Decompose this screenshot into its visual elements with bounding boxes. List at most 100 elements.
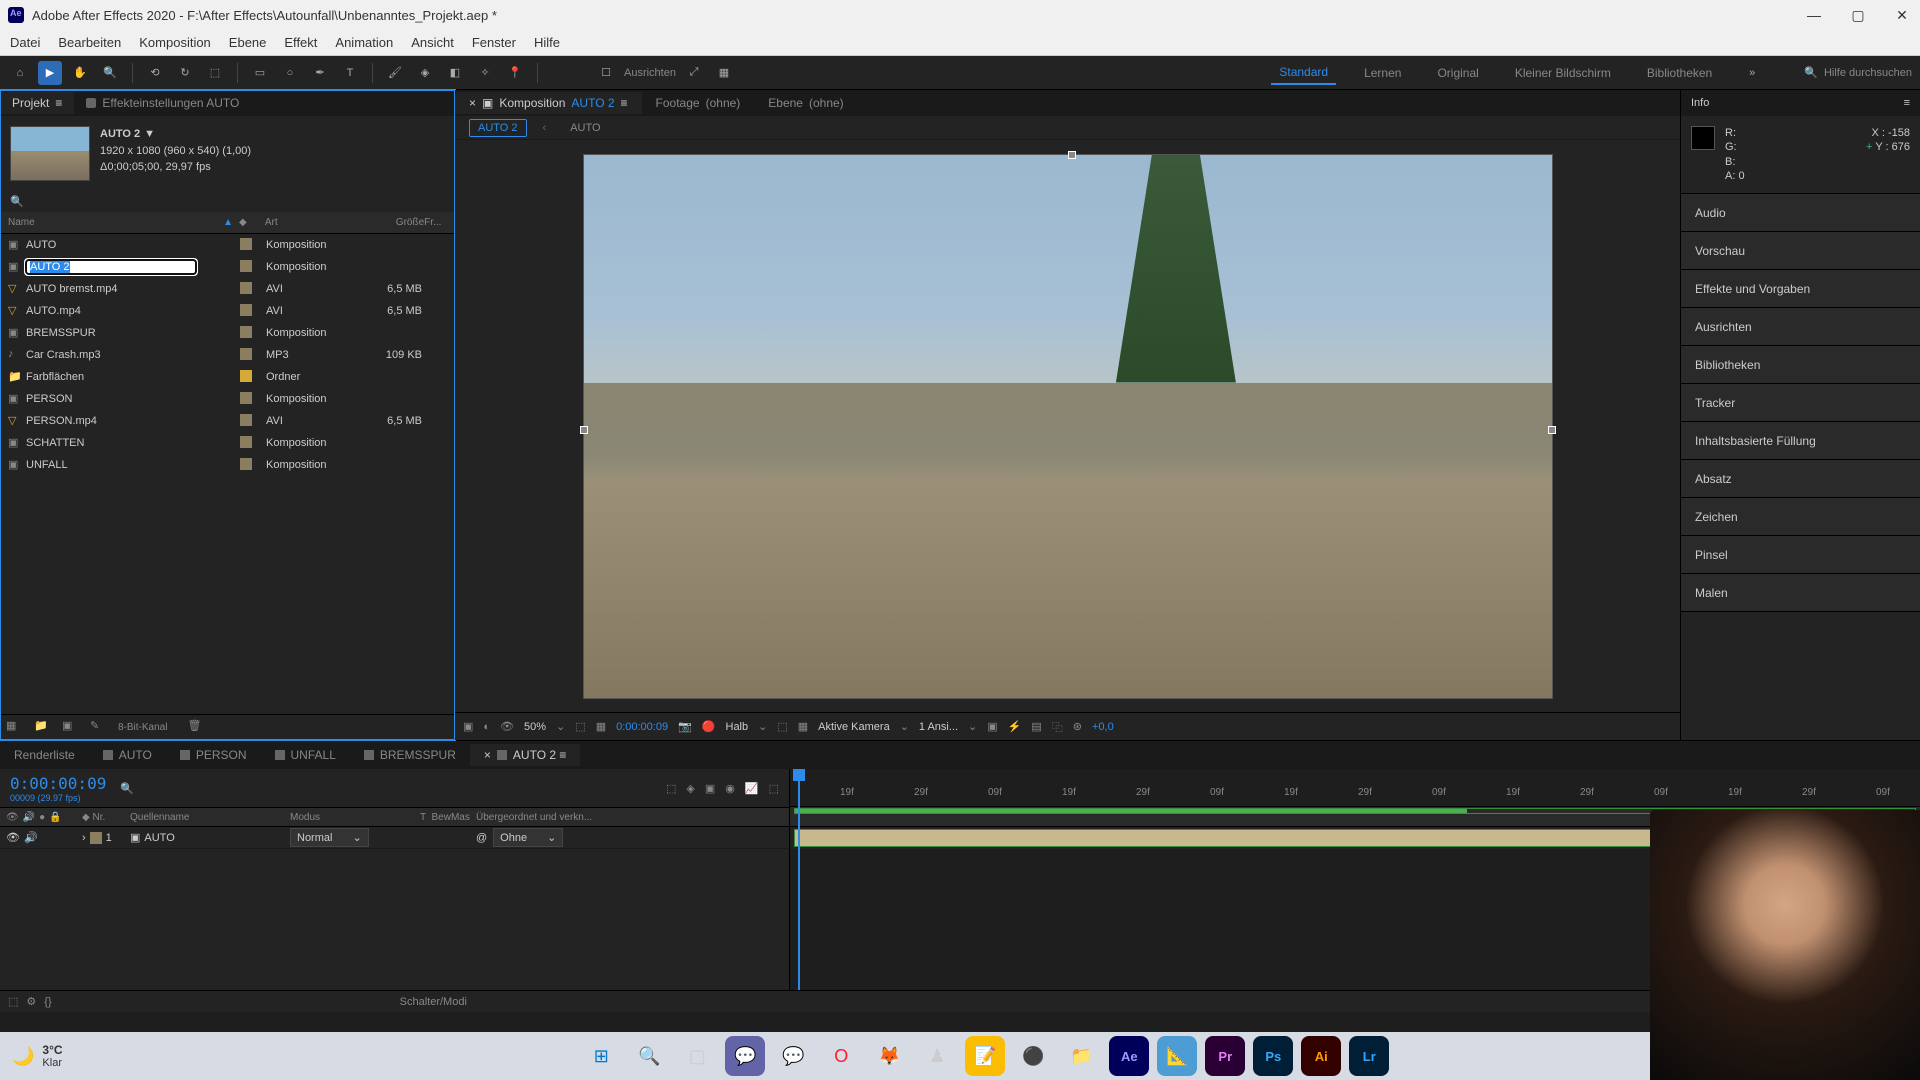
zoom-level[interactable]: 50%	[524, 721, 546, 733]
zoom-tool[interactable]: 🔍	[98, 61, 122, 85]
playhead[interactable]	[798, 769, 800, 990]
composition-viewer[interactable]	[583, 154, 1553, 699]
taskbar-obs[interactable]: ⚫	[1013, 1036, 1053, 1076]
item-label[interactable]	[240, 370, 252, 382]
tl-graph-icon[interactable]: 📈	[745, 782, 759, 795]
ellipse-tool[interactable]: ○	[278, 61, 302, 85]
exposure[interactable]: +0,0	[1092, 721, 1114, 733]
new-comp-icon[interactable]: ▣	[62, 719, 80, 737]
timeline-icon[interactable]: ▤	[1031, 720, 1041, 733]
always-preview-icon[interactable]: ▣	[463, 720, 473, 733]
start-button[interactable]: ⊞	[581, 1036, 621, 1076]
timeline-tab-renderliste[interactable]: Renderliste	[0, 744, 89, 766]
menu-animation[interactable]: Animation	[335, 35, 393, 50]
taskbar-whatsapp[interactable]: 💬	[773, 1036, 813, 1076]
timeline-tab-person[interactable]: PERSON	[166, 744, 261, 766]
item-label[interactable]	[240, 282, 252, 294]
viewer-handle-right[interactable]	[1548, 426, 1556, 434]
project-item[interactable]: ▣BREMSSPUR Komposition	[0, 322, 454, 344]
rect-tool[interactable]: ▭	[248, 61, 272, 85]
workspace-original[interactable]: Original	[1429, 62, 1486, 84]
tab-project[interactable]: Projekt ≡	[0, 92, 74, 114]
tl-render-icon[interactable]: ⚙	[26, 995, 36, 1008]
layer-parent-dropdown[interactable]: Ohne⌄	[493, 828, 563, 847]
layer-mode-dropdown[interactable]: Normal⌄	[290, 828, 369, 847]
pen-tool[interactable]: ✒	[308, 61, 332, 85]
taskbar-ps[interactable]: Ps	[1253, 1036, 1293, 1076]
tl-brainstorm-icon[interactable]: ⬚	[769, 782, 779, 795]
comp-dropdown-icon[interactable]: ▼	[144, 126, 155, 143]
tab-effect-settings[interactable]: Effekteinstellungen AUTO	[74, 92, 251, 114]
sub-tab-parent[interactable]: AUTO	[562, 120, 608, 136]
col-type-header[interactable]: Art	[265, 217, 365, 228]
viewer-handle-top[interactable]	[1068, 151, 1076, 159]
maximize-button[interactable]: ▢	[1848, 5, 1868, 25]
clone-tool[interactable]: ◈	[413, 61, 437, 85]
menu-fenster[interactable]: Fenster	[472, 35, 516, 50]
fast-preview-icon[interactable]: ⚡	[1008, 720, 1022, 733]
menu-komposition[interactable]: Komposition	[139, 35, 211, 50]
info-panel-menu-icon[interactable]: ≡	[1904, 97, 1910, 109]
taskbar-ai[interactable]: Ai	[1301, 1036, 1341, 1076]
side-panel-audio[interactable]: Audio	[1681, 194, 1920, 232]
zoom-dropdown-icon[interactable]: ⌄	[556, 720, 565, 733]
search-help-input[interactable]: Hilfe durchsuchen	[1824, 67, 1912, 79]
viewer-handle-left[interactable]	[580, 426, 588, 434]
home-tool[interactable]: ⌂	[8, 61, 32, 85]
grid-icon[interactable]: ▦	[596, 720, 606, 733]
side-panel-pinsel[interactable]: Pinsel	[1681, 536, 1920, 574]
timeline-timecode[interactable]: 0:00:00:09	[10, 774, 106, 793]
viewer-time[interactable]: 0:00:00:09	[616, 721, 668, 733]
new-folder-icon[interactable]: 📁	[34, 719, 52, 737]
side-panel-tracker[interactable]: Tracker	[1681, 384, 1920, 422]
mask-icon[interactable]: 👁	[500, 720, 514, 733]
col-quellenname[interactable]: Quellenname	[130, 812, 290, 823]
timeline-tab-auto[interactable]: AUTO	[89, 744, 166, 766]
interpret-footage-icon[interactable]: ▦	[6, 719, 24, 737]
camera-dropdown-icon[interactable]: ⌄	[900, 720, 909, 733]
col-nr[interactable]: Nr.	[92, 812, 105, 823]
taskbar-opera[interactable]: O	[821, 1036, 861, 1076]
puppet-tool[interactable]: 📍	[503, 61, 527, 85]
item-label[interactable]	[240, 414, 252, 426]
menu-datei[interactable]: Datei	[10, 35, 40, 50]
taskbar-search[interactable]: 🔍	[629, 1036, 669, 1076]
brush-tool[interactable]: 🖌	[383, 61, 407, 85]
snap-checkbox[interactable]: ☐	[594, 61, 618, 85]
text-tool[interactable]: T	[338, 61, 362, 85]
schalter-modi[interactable]: Schalter/Modi	[400, 996, 467, 1008]
layer-name[interactable]: AUTO	[144, 832, 174, 844]
side-panel-malen[interactable]: Malen	[1681, 574, 1920, 612]
weather-icon[interactable]: 🌙	[12, 1046, 34, 1067]
timeline-ruler[interactable]: 19f29f09f19f29f09f19f29f09f19f29f09f19f2…	[790, 769, 1920, 807]
tl-brainstorm2-icon[interactable]: {}	[44, 996, 51, 1008]
hand-tool[interactable]: ✋	[68, 61, 92, 85]
col-modus[interactable]: Modus	[290, 812, 420, 823]
item-label[interactable]	[240, 238, 252, 250]
project-item[interactable]: ▣AUTO Komposition	[0, 234, 454, 256]
project-item[interactable]: ▽AUTO.mp4 AVI 6,5 MB	[0, 300, 454, 322]
layer-eye-icon[interactable]: 👁	[6, 831, 20, 844]
timeline-tab-auto 2[interactable]: × AUTO 2 ≡	[470, 744, 580, 766]
roi-icon[interactable]: ⬚	[777, 720, 787, 733]
behind-tool[interactable]: ⬚	[203, 61, 227, 85]
project-item[interactable]: ♪Car Crash.mp3 MP3 109 KB	[0, 344, 454, 366]
workspace-bibliotheken[interactable]: Bibliotheken	[1639, 62, 1720, 84]
camera-dropdown[interactable]: Aktive Kamera	[818, 721, 890, 733]
views-dropdown-icon[interactable]: ⌄	[968, 720, 977, 733]
workspace-standard[interactable]: Standard	[1271, 61, 1336, 85]
col-label-header[interactable]: ◆	[239, 217, 265, 228]
snap-grid[interactable]: ▦	[712, 61, 736, 85]
selection-tool[interactable]: ▶	[38, 61, 62, 85]
project-item[interactable]: ▣ Komposition	[0, 256, 454, 278]
col-fr-header[interactable]: Fr...	[424, 217, 454, 228]
project-item[interactable]: ▣SCHATTEN Komposition	[0, 432, 454, 454]
item-label[interactable]	[240, 260, 252, 272]
project-item[interactable]: ▣PERSON Komposition	[0, 388, 454, 410]
workspace-more[interactable]: »	[1740, 61, 1764, 85]
menu-bearbeiten[interactable]: Bearbeiten	[58, 35, 121, 50]
taskbar-teams[interactable]: 💬	[725, 1036, 765, 1076]
orbit-tool[interactable]: ⟲	[143, 61, 167, 85]
roto-tool[interactable]: ✧	[473, 61, 497, 85]
taskbar-taskview[interactable]: ▢	[677, 1036, 717, 1076]
